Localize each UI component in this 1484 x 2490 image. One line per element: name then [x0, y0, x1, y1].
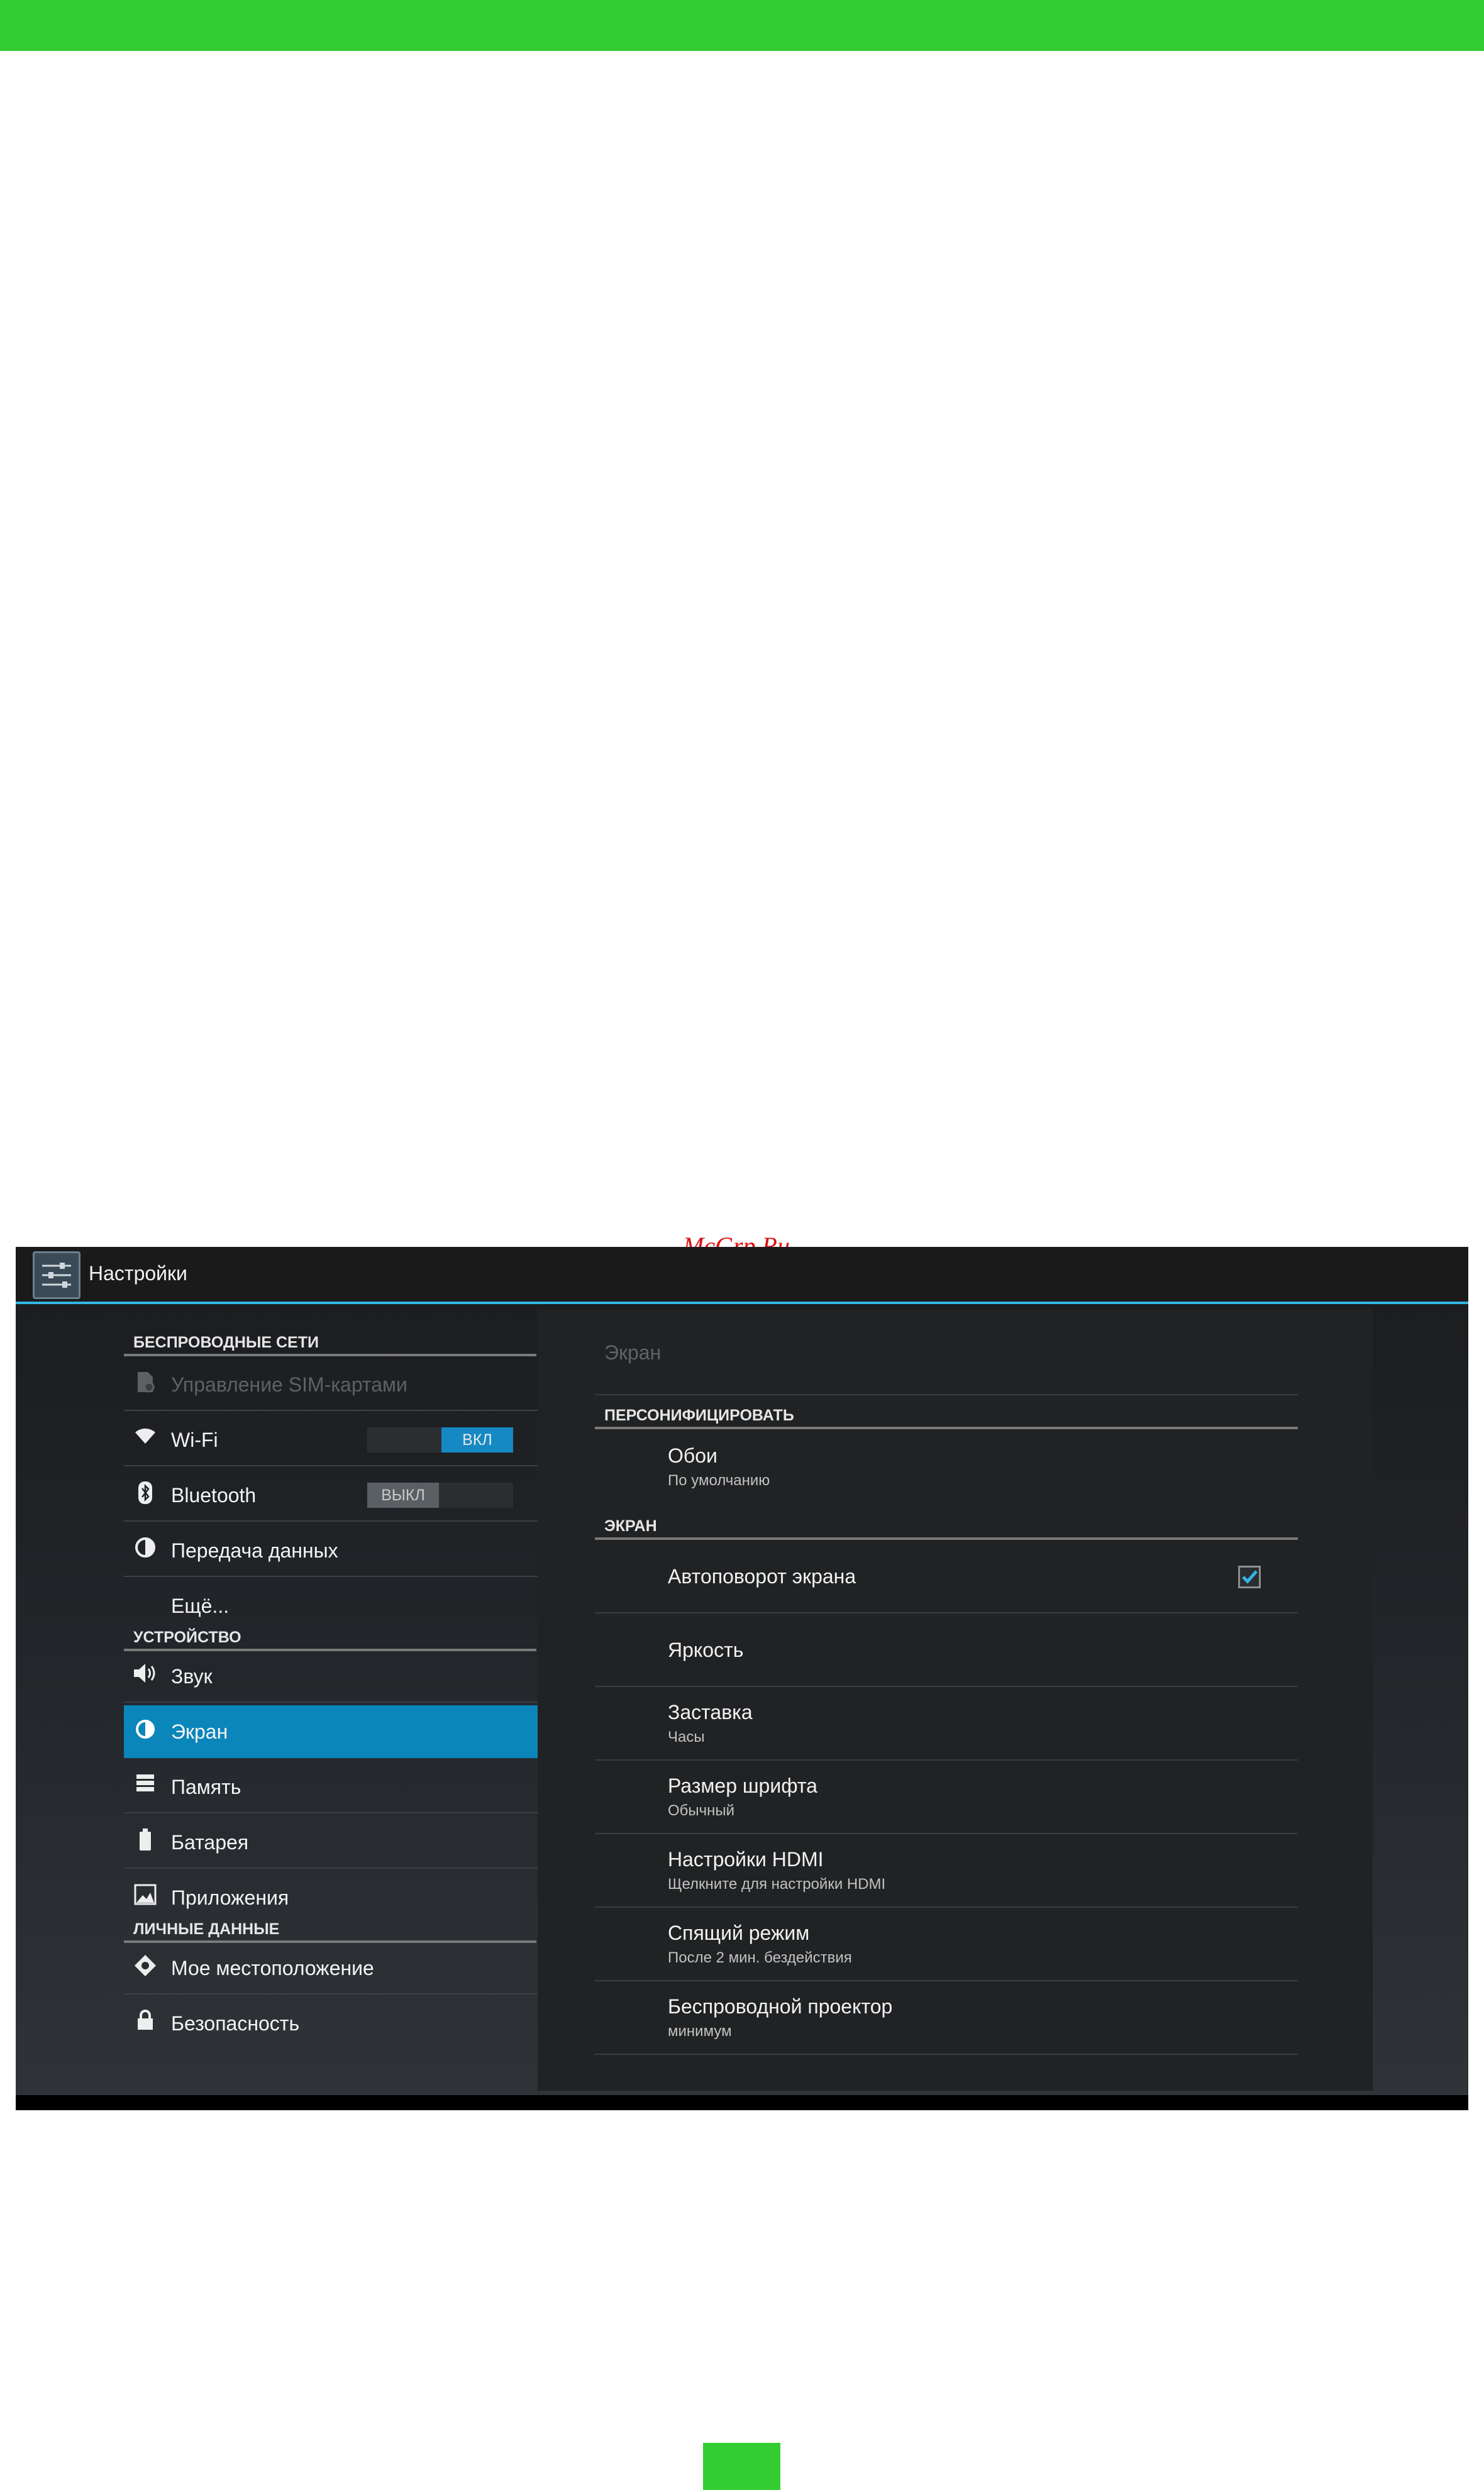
settings-sliders-icon[interactable]	[33, 1251, 80, 1299]
sidebar-item-label: Bluetooth	[171, 1484, 257, 1507]
settings-sidebar: БЕСПРОВОДНЫЕ СЕТИ Управление SIM-картами…	[124, 1304, 551, 2110]
sidebar-item-data-usage[interactable]: Передача данных	[124, 1524, 551, 1577]
lock-icon	[133, 2010, 158, 2035]
apps-icon	[133, 1884, 158, 1909]
setting-brightness[interactable]: Яркость	[595, 1613, 1298, 1687]
page-marker	[703, 2443, 780, 2490]
battery-icon	[133, 1829, 158, 1854]
toggle-thumb: ВЫКЛ	[367, 1483, 439, 1508]
setting-title: Спящий режим	[668, 1922, 810, 1944]
display-icon	[133, 1718, 158, 1743]
sidebar-item-sim[interactable]: Управление SIM-картами	[124, 1358, 551, 1411]
settings-screen: Настройки БЕСПРОВОДНЫЕ СЕТИ Управление S…	[16, 1247, 1468, 2110]
section-header-wireless: БЕСПРОВОДНЫЕ СЕТИ	[124, 1321, 536, 1356]
sidebar-item-label: Wi-Fi	[171, 1429, 218, 1451]
setting-summary: Обычный	[668, 1802, 735, 1819]
sidebar-item-label: Приложения	[171, 1886, 289, 1909]
sidebar-item-label: Передача данных	[171, 1539, 338, 1562]
sim-card-icon	[133, 1371, 158, 1396]
setting-summary: минимум	[668, 2023, 732, 2040]
setting-sleep[interactable]: Спящий режим После 2 мин. бездействия	[595, 1908, 1298, 1981]
setting-summary: Часы	[668, 1729, 705, 1746]
sound-icon	[133, 1663, 158, 1688]
location-icon	[133, 1954, 158, 1979]
setting-screensaver[interactable]: Заставка Часы	[595, 1687, 1298, 1761]
bluetooth-icon	[133, 1481, 158, 1507]
setting-title: Яркость	[668, 1639, 744, 1661]
setting-summary: После 2 мин. бездействия	[668, 1949, 852, 1966]
setting-title: Настройки HDMI	[668, 1848, 824, 1871]
app-title: Настройки	[89, 1262, 187, 1285]
section-header-personalize: ПЕРСОНИФИЦИРОВАТЬ	[595, 1398, 1298, 1429]
setting-summary: По умолчанию	[668, 1472, 770, 1489]
sidebar-item-label: Безопасность	[171, 2012, 300, 2035]
sidebar-item-label: Мое местоположение	[171, 1957, 374, 1979]
data-usage-icon	[133, 1537, 158, 1562]
setting-font-size[interactable]: Размер шрифта Обычный	[595, 1761, 1298, 1834]
sidebar-item-location[interactable]: Мое местоположение	[124, 1942, 551, 1995]
sidebar-item-label: Память	[171, 1776, 241, 1798]
navigation-bar	[16, 2095, 1468, 2110]
setting-title: Беспроводной проектор	[668, 1995, 893, 2018]
sidebar-item-wifi[interactable]: Wi-Fi ВКЛ	[124, 1414, 551, 1466]
setting-wallpaper[interactable]: Обои По умолчанию	[595, 1430, 1298, 1506]
sidebar-item-label: Ещё...	[171, 1595, 230, 1617]
section-header-personal: ЛИЧНЫЕ ДАННЫЕ	[124, 1908, 536, 1943]
sidebar-item-label: Звук	[171, 1665, 213, 1688]
sidebar-item-security[interactable]: Безопасность	[124, 1997, 551, 2050]
divider	[595, 1394, 1298, 1395]
section-header-device: УСТРОЙСТВО	[124, 1616, 536, 1651]
sidebar-item-label: Батарея	[171, 1831, 249, 1854]
sidebar-item-storage[interactable]: Память	[124, 1761, 551, 1813]
wifi-toggle[interactable]: ВКЛ	[367, 1427, 513, 1452]
setting-summary: Щелкните для настройки HDMI	[668, 1876, 886, 1893]
setting-title: Заставка	[668, 1701, 753, 1724]
sidebar-item-sound[interactable]: Звук	[124, 1650, 551, 1703]
wifi-icon	[133, 1426, 158, 1451]
display-settings-pane: Экран ПЕРСОНИФИЦИРОВАТЬ Обои По умолчани…	[538, 1310, 1373, 2091]
sidebar-item-label: Управление SIM-картами	[171, 1373, 407, 1396]
top-green-bar	[0, 0, 1484, 51]
setting-wireless-projector[interactable]: Беспроводной проектор минимум	[595, 1981, 1298, 2055]
auto-rotate-checkbox[interactable]	[1238, 1566, 1261, 1588]
setting-title: Автоповорот экрана	[668, 1565, 856, 1588]
setting-auto-rotate[interactable]: Автоповорот экрана	[595, 1540, 1298, 1613]
sidebar-item-bluetooth[interactable]: Bluetooth ВЫКЛ	[124, 1469, 551, 1522]
setting-title: Размер шрифта	[668, 1774, 817, 1797]
sidebar-item-battery[interactable]: Батарея	[124, 1816, 551, 1869]
setting-hdmi[interactable]: Настройки HDMI Щелкните для настройки HD…	[595, 1834, 1298, 1908]
sidebar-item-label: Экран	[171, 1720, 228, 1743]
bluetooth-toggle[interactable]: ВЫКЛ	[367, 1483, 513, 1508]
pane-title: Экран	[604, 1341, 662, 1364]
storage-icon	[133, 1773, 158, 1798]
section-header-screen: ЭКРАН	[595, 1508, 1298, 1540]
toggle-thumb: ВКЛ	[441, 1427, 513, 1452]
action-bar: Настройки	[16, 1247, 1468, 1304]
setting-title: Обои	[668, 1444, 717, 1467]
sidebar-item-display[interactable]: Экран	[124, 1705, 551, 1758]
